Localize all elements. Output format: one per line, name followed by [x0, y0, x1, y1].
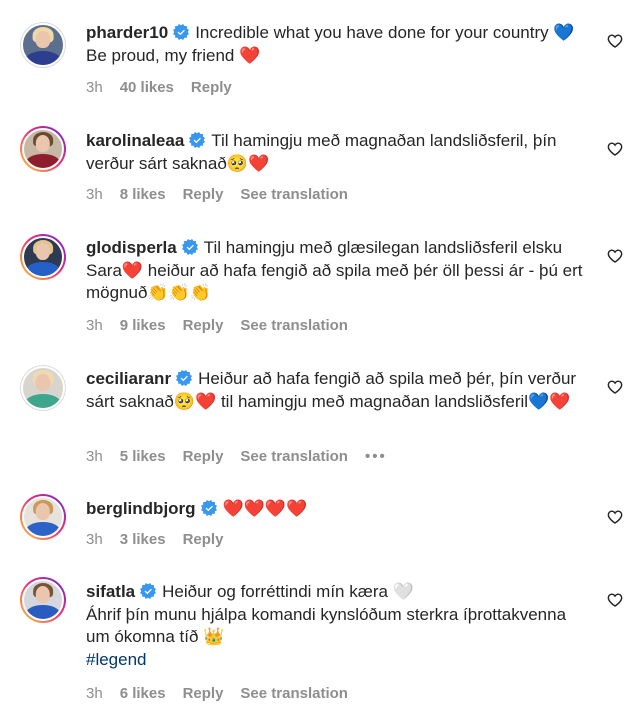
- comment-meta: 3h 8 likes Reply See translation: [86, 186, 365, 204]
- comment-text-block: glodisperla Til hamingju með glæsilegan l…: [86, 237, 586, 305]
- verified-badge-icon: [200, 500, 217, 516]
- comment-meta: 3h 3 likes Reply: [86, 531, 240, 549]
- avatar-karolinaleaa[interactable]: [20, 126, 66, 172]
- comment-text-block: sifatla Heiður og forréttindi mín kæra 🤍 …: [86, 581, 586, 671]
- avatar-glodisperla[interactable]: [20, 234, 66, 280]
- verified-badge-icon: [181, 239, 198, 255]
- comment-time[interactable]: 3h: [86, 685, 103, 702]
- heart-outline-icon[interactable]: [607, 379, 623, 395]
- reply-button[interactable]: Reply: [183, 448, 224, 465]
- username[interactable]: karolinaleaa: [86, 131, 184, 150]
- see-translation-button[interactable]: See translation: [240, 186, 348, 203]
- avatar-pharder10[interactable]: [20, 22, 66, 68]
- heart-outline-icon[interactable]: [607, 509, 623, 525]
- username[interactable]: glodisperla: [86, 238, 177, 257]
- avatar-berglindbjorg[interactable]: [20, 494, 66, 540]
- heart-outline-icon[interactable]: [607, 33, 623, 49]
- verified-badge-icon: [189, 132, 206, 148]
- comment-meta: 3h 40 likes Reply: [86, 79, 249, 97]
- comment-text: Heiður og forréttindi mín kæra 🤍: [162, 582, 414, 601]
- see-translation-button[interactable]: See translation: [240, 448, 348, 465]
- comment-text-block: berglindbjorg ❤️❤️❤️❤️: [86, 498, 586, 521]
- reply-button[interactable]: Reply: [183, 685, 224, 702]
- see-translation-button[interactable]: See translation: [240, 685, 348, 702]
- comment-meta: 3h 9 likes Reply See translation: [86, 317, 365, 335]
- comment-time[interactable]: 3h: [86, 186, 103, 203]
- comment-time[interactable]: 3h: [86, 317, 103, 334]
- verified-badge-icon: [173, 24, 190, 40]
- more-options-icon[interactable]: •••: [365, 448, 387, 465]
- avatar-sifatla[interactable]: [20, 577, 66, 623]
- verified-badge-icon: [176, 370, 193, 386]
- username[interactable]: ceciliaranr: [86, 369, 171, 388]
- hashtag-link[interactable]: #legend: [86, 649, 586, 672]
- username[interactable]: pharder10: [86, 23, 168, 42]
- comment-time[interactable]: 3h: [86, 79, 103, 96]
- username[interactable]: sifatla: [86, 582, 135, 601]
- comment-text-block: ceciliaranr Heiður að hafa fengið að spil…: [86, 368, 586, 413]
- likes-count[interactable]: 40 likes: [120, 79, 174, 96]
- likes-count[interactable]: 3 likes: [120, 531, 166, 548]
- comment-meta: 3h 6 likes Reply See translation: [86, 685, 365, 703]
- likes-count[interactable]: 6 likes: [120, 685, 166, 702]
- comment-text: ❤️❤️❤️❤️: [222, 499, 308, 518]
- comment-time[interactable]: 3h: [86, 448, 103, 465]
- comment-meta: 3h 5 likes Reply See translation •••: [86, 448, 404, 466]
- likes-count[interactable]: 9 likes: [120, 317, 166, 334]
- comment-text-block: pharder10 Incredible what you have done f…: [86, 22, 586, 67]
- reply-button[interactable]: Reply: [183, 186, 224, 203]
- reply-button[interactable]: Reply: [191, 79, 232, 96]
- reply-button[interactable]: Reply: [183, 317, 224, 334]
- heart-outline-icon[interactable]: [607, 592, 623, 608]
- comment-text-line-2: Áhrif þín munu hjálpa komandi kynslóðum …: [86, 604, 567, 647]
- comment-time[interactable]: 3h: [86, 531, 103, 548]
- reply-button[interactable]: Reply: [183, 531, 224, 548]
- comment-text-block: karolinaleaa Til hamingju með magnaðan la…: [86, 130, 586, 175]
- avatar-ceciliaranr[interactable]: [20, 365, 66, 411]
- heart-outline-icon[interactable]: [607, 248, 623, 264]
- see-translation-button[interactable]: See translation: [240, 317, 348, 334]
- likes-count[interactable]: 8 likes: [120, 186, 166, 203]
- username[interactable]: berglindbjorg: [86, 499, 196, 518]
- likes-count[interactable]: 5 likes: [120, 448, 166, 465]
- heart-outline-icon[interactable]: [607, 141, 623, 157]
- verified-badge-icon: [140, 583, 157, 599]
